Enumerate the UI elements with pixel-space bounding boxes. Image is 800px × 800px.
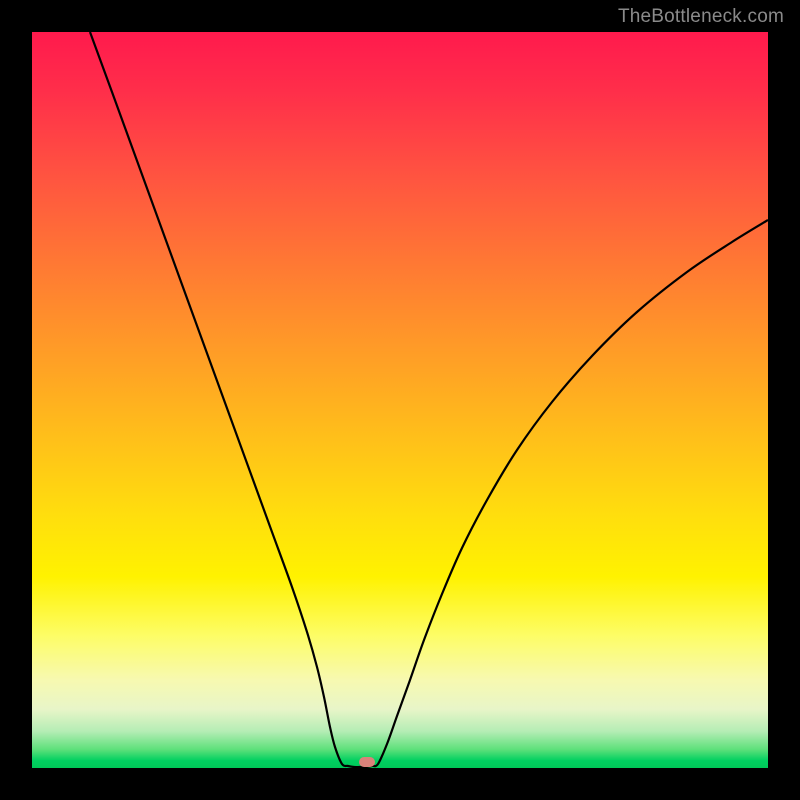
watermark-text: TheBottleneck.com bbox=[618, 6, 784, 28]
curve-svg bbox=[32, 32, 768, 768]
bottleneck-curve bbox=[90, 32, 768, 767]
chart-container: TheBottleneck.com bbox=[0, 0, 800, 800]
optimum-marker bbox=[359, 757, 375, 767]
plot-area bbox=[32, 32, 768, 768]
